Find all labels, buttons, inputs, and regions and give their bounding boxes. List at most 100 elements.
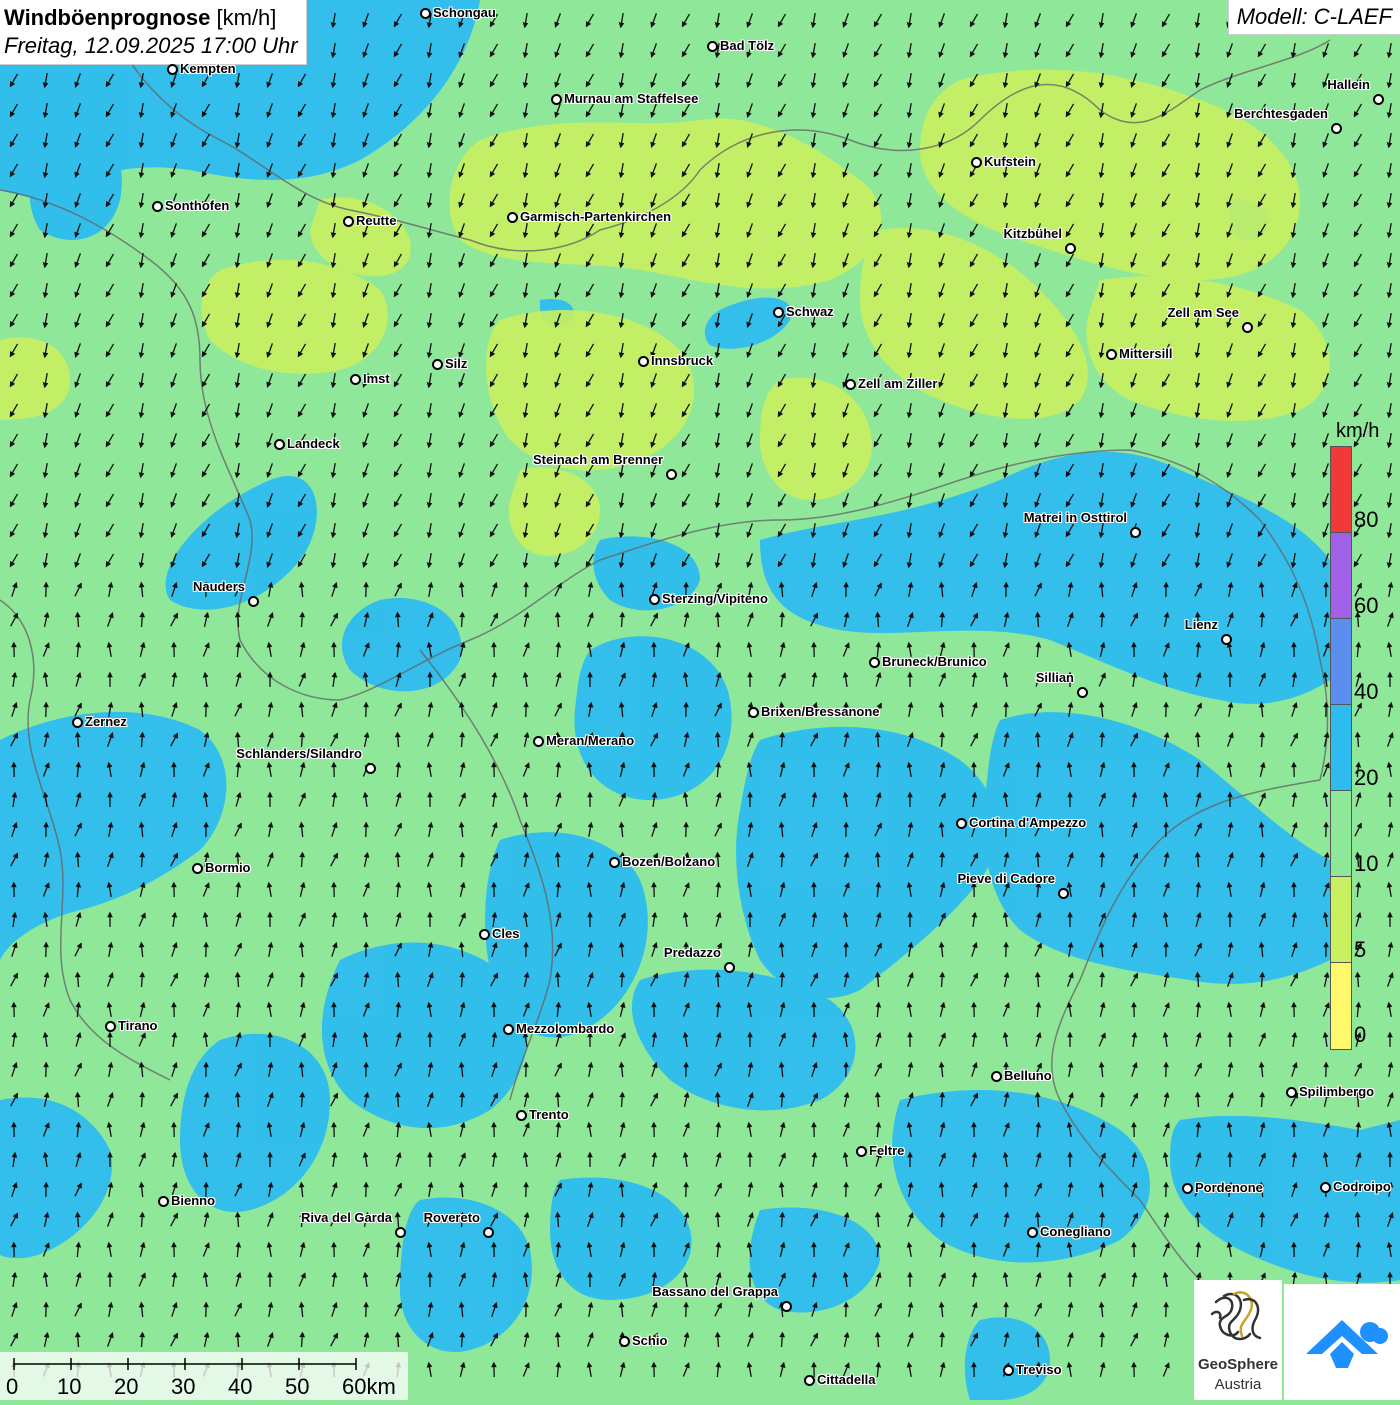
city-marker (724, 962, 735, 973)
legend-swatch (1330, 962, 1352, 1050)
city-label: Reutte (356, 213, 396, 228)
city-marker (707, 41, 718, 52)
city-marker (1320, 1182, 1331, 1193)
city-marker (1003, 1365, 1014, 1376)
legend-swatch (1330, 790, 1352, 878)
city-label: Trento (529, 1107, 569, 1122)
city-marker (1065, 243, 1076, 254)
scale-label: 0 (6, 1374, 18, 1400)
legend-swatch (1330, 446, 1352, 534)
city-marker (748, 707, 759, 718)
city-marker (1331, 123, 1342, 134)
city-label: Mittersill (1119, 346, 1172, 361)
model-label: Modell: C-LAEF (1228, 0, 1400, 35)
city-label: Lienz (1185, 617, 1218, 632)
city-marker (856, 1146, 867, 1157)
city-marker (1027, 1227, 1038, 1238)
legend-label: 80 (1354, 507, 1378, 533)
city-marker (609, 857, 620, 868)
city-marker (1182, 1183, 1193, 1194)
city-marker (869, 657, 880, 668)
city-label: Pordenone (1195, 1180, 1263, 1195)
city-label: Bassano del Grappa (652, 1284, 778, 1299)
city-label: Nauders (193, 579, 245, 594)
city-marker (105, 1021, 116, 1032)
legend-swatch (1330, 876, 1352, 964)
city-marker (167, 64, 178, 75)
city-label: Murnau am Staffelsee (564, 91, 698, 106)
city-marker (248, 596, 259, 607)
city-label: Berchtesgaden (1234, 106, 1328, 121)
city-marker (956, 818, 967, 829)
city-label: Zernez (85, 714, 127, 729)
city-label: Mezzolombardo (516, 1021, 614, 1036)
city-marker (991, 1071, 1002, 1082)
city-label: Riva del Garda (301, 1210, 392, 1225)
city-label: Predazzo (664, 945, 721, 960)
city-marker (551, 94, 562, 105)
city-label: Zell am See (1167, 305, 1239, 320)
city-marker (1221, 634, 1232, 645)
title-box: Windböenprognose [km/h] Freitag, 12.09.2… (0, 0, 307, 65)
city-label: Conegliano (1040, 1224, 1111, 1239)
color-legend: km/h 806040201050 (1326, 420, 1396, 1060)
city-label: Schwaz (786, 304, 834, 319)
city-marker (1373, 94, 1384, 105)
city-marker (365, 763, 376, 774)
city-marker (274, 439, 285, 450)
city-label: Bruneck/Brunico (882, 654, 987, 669)
city-label: Bozen/Bolzano (622, 854, 715, 869)
city-marker (781, 1301, 792, 1312)
city-label: Cles (492, 926, 519, 941)
city-marker (395, 1227, 406, 1238)
city-label: Cittadella (817, 1372, 876, 1387)
city-marker (516, 1110, 527, 1121)
city-label: Bienno (171, 1193, 215, 1208)
city-marker (773, 307, 784, 318)
city-label: Codroipo (1333, 1179, 1391, 1194)
map-title: Windböenprognose [km/h] (4, 4, 298, 32)
scale-label: 50 (285, 1374, 309, 1400)
city-label: Schio (632, 1333, 667, 1348)
city-label: Schongau (433, 5, 496, 20)
city-marker (158, 1196, 169, 1207)
city-label: Pieve di Cadore (957, 871, 1055, 886)
geosphere-logo: GeoSphere Austria (1194, 1280, 1282, 1400)
title-bold: Windböenprognose (4, 5, 210, 30)
city-marker (507, 212, 518, 223)
city-label: Hallein (1327, 77, 1370, 92)
city-marker (152, 201, 163, 212)
city-label: Bormio (205, 860, 251, 875)
city-label: Silz (445, 356, 467, 371)
legend-unit: km/h (1336, 420, 1379, 443)
city-marker (638, 356, 649, 367)
city-label: Brixen/Bressanone (761, 704, 880, 719)
legend-label: 10 (1354, 851, 1378, 877)
city-label: Landeck (287, 436, 340, 451)
scale-bar: 0102030405060km (0, 1352, 408, 1400)
city-label: Spilimbergo (1299, 1084, 1374, 1099)
city-marker (479, 929, 490, 940)
city-marker (72, 717, 83, 728)
city-marker (1058, 888, 1069, 899)
city-label: Meran/Merano (546, 733, 634, 748)
legend-label: 60 (1354, 593, 1378, 619)
city-marker (1077, 687, 1088, 698)
city-marker (1242, 322, 1253, 333)
city-marker (649, 594, 660, 605)
city-marker (350, 374, 361, 385)
legend-swatch (1330, 532, 1352, 620)
city-label: Innsbruck (651, 353, 713, 368)
city-marker (343, 216, 354, 227)
city-label: Sillian (1036, 670, 1074, 685)
scale-label: 30 (171, 1374, 195, 1400)
legend-label: 0 (1354, 1022, 1366, 1048)
austria-text: Austria (1194, 1376, 1282, 1393)
weather-app-logo (1284, 1284, 1400, 1400)
city-marker (432, 359, 443, 370)
title-unit: [km/h] (216, 5, 276, 30)
city-marker (1106, 349, 1117, 360)
city-marker (804, 1375, 815, 1386)
arrow-cloud-icon (1284, 1284, 1400, 1400)
city-label: Bad Tölz (720, 38, 774, 53)
